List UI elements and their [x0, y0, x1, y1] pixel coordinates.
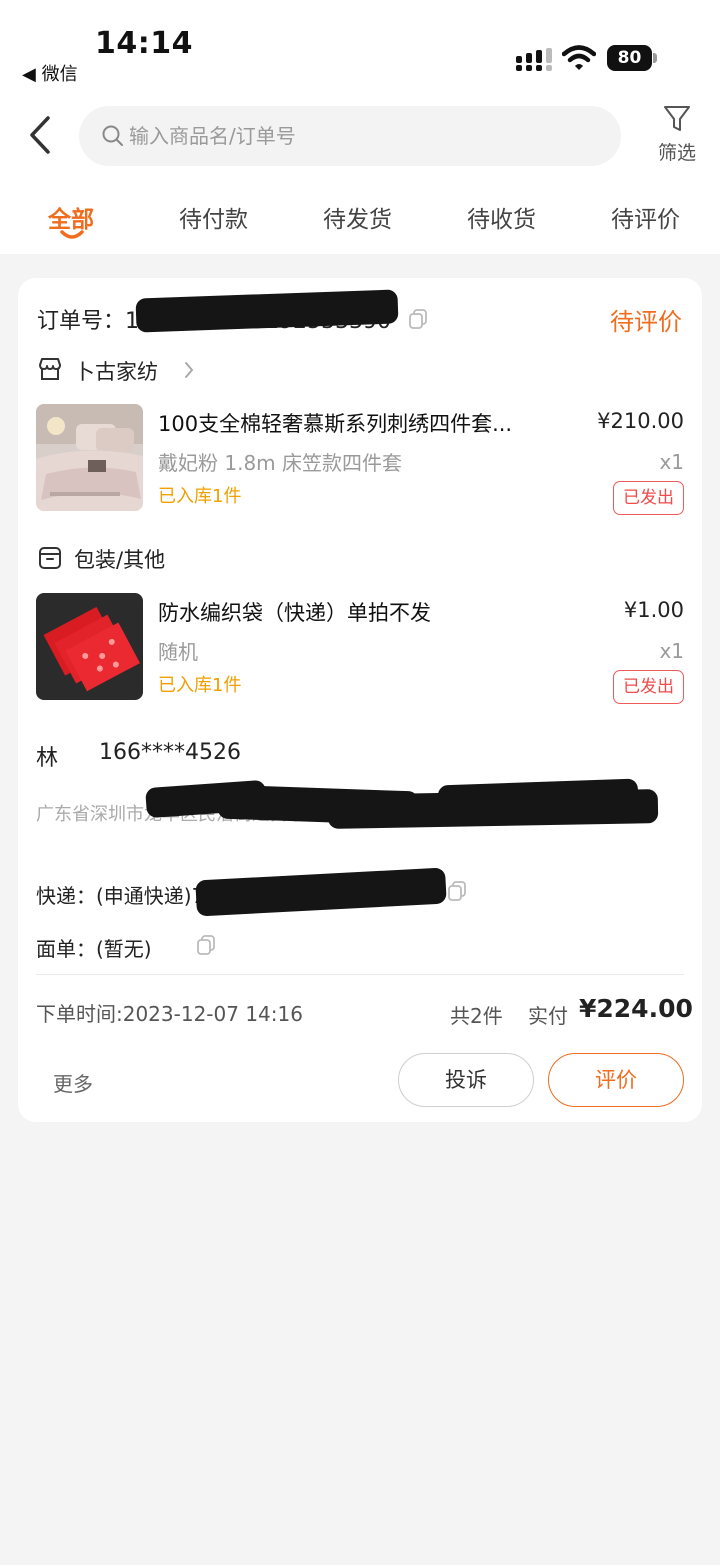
divider [36, 974, 684, 975]
signal-icon [516, 48, 552, 71]
product-stock-status: 已入库1件 [158, 675, 242, 696]
product-price: ¥210.00 [597, 409, 684, 433]
product-qty: x1 [659, 639, 684, 663]
search-icon [102, 125, 123, 146]
tab-all[interactable]: 全部 [48, 200, 94, 234]
item-count: 共2件 [450, 1004, 503, 1028]
tab-pending-receipt[interactable]: 待收货 [467, 200, 536, 234]
search-bar[interactable] [79, 106, 621, 166]
search-input[interactable] [129, 106, 599, 166]
product-image-bag[interactable] [36, 593, 143, 700]
copy-icon[interactable] [447, 880, 467, 902]
product-qty: x1 [659, 450, 684, 474]
more-button[interactable]: 更多 [53, 1068, 93, 1097]
tab-active-indicator [60, 230, 84, 239]
tab-pending-review[interactable]: 待评价 [611, 200, 680, 234]
copy-icon[interactable] [196, 934, 216, 956]
tab-pending-payment[interactable]: 待付款 [179, 200, 248, 234]
order-card[interactable]: 订单号：1707552738192533390 待评价 卜古家纺 100支全棉轻… [18, 278, 702, 1122]
shop-name[interactable]: 卜古家纺 [74, 356, 158, 386]
product-spec: 随机 [158, 640, 198, 664]
back-to-wechat[interactable]: ◀ 微信 [22, 60, 78, 86]
status-time: 14:14 [95, 26, 193, 61]
product-price: ¥1.00 [623, 598, 684, 622]
battery-icon: 80 [607, 45, 657, 71]
shipped-badge: 已发出 [613, 481, 684, 515]
order-status: 待评价 [610, 308, 682, 336]
filter-label: 筛选 [657, 142, 696, 164]
store-icon [39, 358, 61, 380]
product-image-bedding[interactable] [36, 404, 143, 511]
group-name: 包装/其他 [74, 548, 166, 572]
redaction-tracking [195, 867, 447, 917]
product-title[interactable]: 100支全棉轻奢慕斯系列刺绣四件套... [158, 408, 512, 438]
product-title[interactable]: 防水编织袋（快递）单拍不发 [158, 597, 431, 627]
waybill-info: 面单：(暂无) [36, 937, 152, 961]
receiver-phone: 166****4526 [99, 740, 241, 765]
filter-icon [664, 106, 690, 131]
paid-amount: ¥224.00 [579, 994, 693, 1023]
complain-button[interactable]: 投诉 [398, 1053, 534, 1107]
shipped-badge: 已发出 [613, 670, 684, 704]
chevron-right-icon[interactable] [183, 360, 195, 380]
paid-label: 实付 [528, 1004, 568, 1028]
back-arrow-icon[interactable] [24, 112, 60, 158]
order-time: 下单时间:2023-12-07 14:16 [36, 1002, 303, 1026]
product-stock-status: 已入库1件 [158, 486, 242, 507]
receiver-name: 林 [36, 746, 59, 771]
wifi-icon [562, 45, 596, 70]
tab-pending-shipment[interactable]: 待发货 [323, 200, 392, 234]
review-button[interactable]: 评价 [548, 1053, 684, 1107]
filter-button[interactable]: 筛选 [650, 104, 704, 166]
copy-icon[interactable] [408, 308, 428, 330]
package-icon [39, 547, 61, 569]
product-spec: 戴妃粉 1.8m 床笠款四件套 [158, 451, 403, 475]
battery-level: 80 [607, 45, 652, 71]
